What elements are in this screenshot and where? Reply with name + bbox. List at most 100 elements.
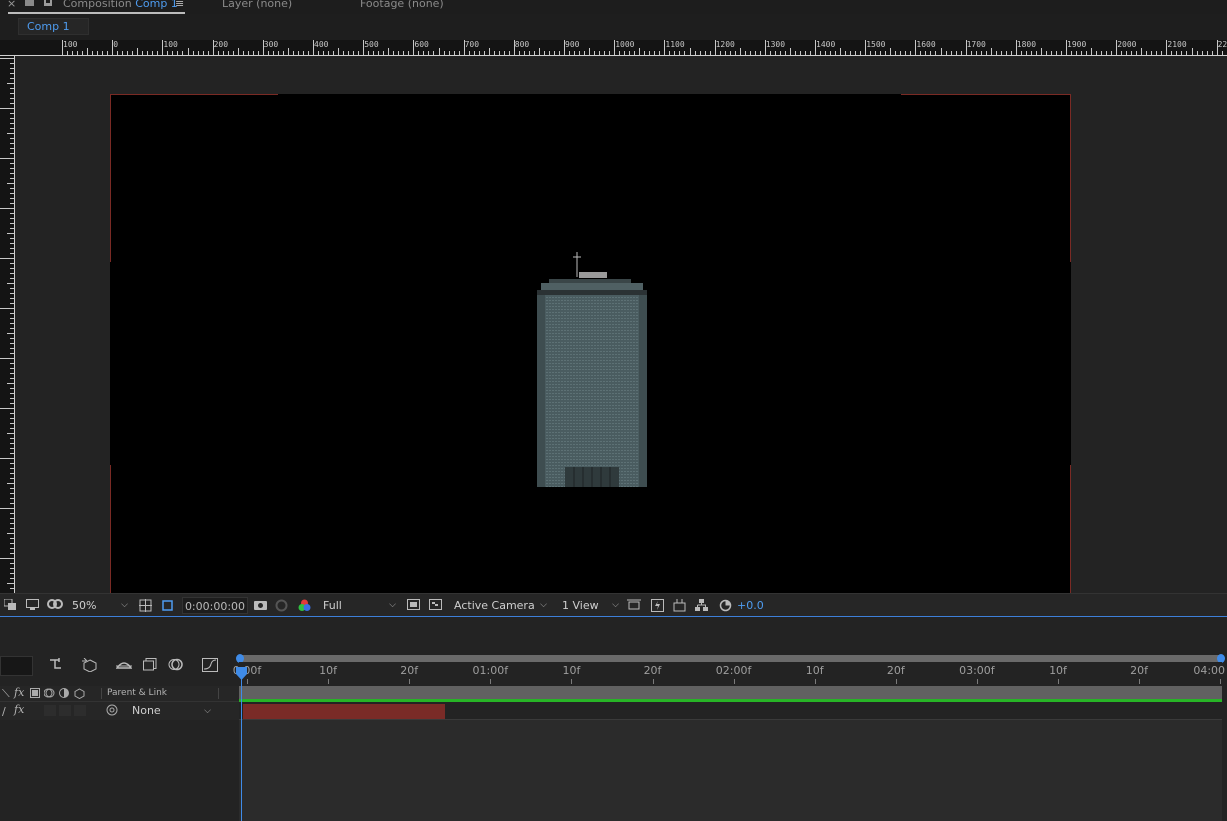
ruler-tick — [789, 48, 791, 55]
transparency-grid-icon[interactable] — [428, 599, 442, 612]
3d-layer-switch-icon[interactable] — [74, 688, 85, 702]
frame-blending-icon[interactable] — [141, 658, 159, 674]
current-time-indicator-line — [241, 673, 242, 821]
motion-blur-switch-icon[interactable] — [43, 688, 55, 701]
time-navigator[interactable] — [236, 654, 1225, 663]
ruler-tick — [1101, 51, 1103, 55]
color-channels-icon[interactable] — [297, 599, 311, 612]
parent-dropdown[interactable]: None ⌵ — [126, 704, 214, 718]
camera-dropdown[interactable]: Active Camera ⌵ — [450, 597, 550, 614]
ruler-tick — [10, 588, 14, 589]
switch-box[interactable] — [59, 705, 71, 716]
show-snapshot-icon[interactable] — [274, 599, 288, 612]
ruler-tick — [684, 51, 686, 55]
tab-composition[interactable]: Composition Comp 1 — [63, 0, 178, 10]
pick-whip-icon[interactable] — [106, 704, 118, 719]
lock-icon[interactable] — [25, 0, 34, 9]
ruler-tick — [538, 48, 540, 55]
draft-3d-timeline-icon[interactable] — [81, 657, 99, 674]
ruler-tick — [10, 73, 14, 74]
shy-switch-icon[interactable]: ⟍ — [2, 687, 10, 701]
hide-shy-layers-icon[interactable] — [115, 658, 133, 674]
ruler-tick — [142, 51, 144, 55]
resolution-dropdown[interactable]: Full ⌵ — [319, 597, 399, 614]
time-ruler-tick — [814, 679, 816, 684]
switch-box[interactable] — [74, 705, 86, 716]
timeline-graph-area[interactable] — [239, 720, 1222, 821]
ruler-tick — [7, 283, 14, 284]
zoom-dropdown[interactable]: 50% ⌵ — [68, 597, 131, 614]
exposure-reset-icon[interactable] — [718, 599, 732, 612]
comp-breadcrumb[interactable]: Comp 1 — [18, 18, 89, 35]
composition-canvas[interactable] — [110, 94, 1071, 593]
ruler-tick — [1060, 51, 1062, 55]
ruler-tick — [333, 51, 335, 55]
effects-toggle-icon[interactable]: fx — [14, 703, 24, 716]
motion-blur-icon[interactable] — [167, 658, 185, 674]
ruler-tick — [7, 233, 14, 234]
ruler-tick — [840, 48, 842, 55]
tab-layer[interactable]: Layer (none) — [222, 0, 292, 10]
ruler-tick — [10, 303, 14, 304]
layer-row[interactable]: ∕ fx None ⌵ — [0, 702, 239, 720]
ruler-tick — [1010, 51, 1012, 55]
shy-switch-icon[interactable]: ∕ — [2, 705, 6, 718]
tab-footage[interactable]: Footage (none) — [360, 0, 444, 10]
ruler-tick — [192, 51, 194, 55]
timeline-search-input[interactable] — [0, 656, 33, 676]
mask-icon[interactable] — [46, 599, 64, 612]
ruler-tick — [10, 138, 14, 139]
ruler-tick — [10, 373, 14, 374]
flowchart-icon[interactable] — [694, 599, 708, 612]
resolution-value: Full — [323, 599, 342, 612]
ruler-tick — [694, 51, 696, 55]
composition-viewer[interactable] — [15, 57, 1227, 593]
effects-switch-icon[interactable]: fx — [14, 686, 24, 699]
adjustment-layer-switch-icon[interactable] — [59, 688, 69, 701]
ruler-label: 200 — [213, 40, 229, 49]
ruler-tick — [7, 333, 14, 334]
mask-visibility-icon[interactable] — [160, 599, 174, 612]
view-layout-dropdown[interactable]: 1 View ⌵ — [558, 597, 622, 614]
ruler-tick — [408, 51, 410, 55]
monitor-icon[interactable] — [25, 599, 39, 612]
parent-link-column-label: Parent & Link — [107, 688, 167, 698]
toggle-pixel-aspect-icon[interactable] — [627, 599, 641, 612]
building-layer[interactable] — [537, 252, 647, 487]
ruler-tick — [102, 51, 104, 55]
vertical-ruler[interactable] — [0, 56, 15, 593]
ruler-tick — [262, 40, 264, 55]
ruler-tick — [10, 288, 14, 289]
fast-preview-icon[interactable] — [650, 599, 664, 612]
ruler-tick — [910, 51, 912, 55]
close-tab-icon[interactable]: × — [7, 0, 16, 10]
time-ruler[interactable]: 0:00f 10f 20f 01:00f 10f 20f 02:00f 10f 20f 03:00… — [233, 662, 1225, 684]
grid-icon[interactable] — [138, 599, 152, 612]
ruler-tick — [302, 51, 304, 55]
switch-box[interactable] — [44, 705, 56, 716]
ruler-tick — [438, 48, 440, 55]
horizontal-ruler[interactable]: 100 0 100 200 300 400 500 600 700 800 900 1000 1100 1… — [0, 40, 1227, 56]
ruler-tick — [10, 528, 14, 529]
frame-blend-switch-icon[interactable] — [30, 688, 40, 701]
region-icon[interactable] — [3, 598, 17, 612]
camera-snapshot-icon[interactable] — [253, 599, 267, 612]
roi-icon[interactable] — [406, 599, 420, 612]
composition-mini-flowchart-icon[interactable] — [48, 658, 66, 674]
ruler-tick — [127, 51, 129, 55]
ruler-tick — [639, 48, 641, 55]
ruler-tick — [0, 508, 14, 509]
exposure-value[interactable]: +0.0 — [733, 597, 773, 614]
ruler-tick — [543, 51, 545, 55]
graph-editor-icon[interactable] — [201, 658, 219, 674]
draft3d-icon[interactable] — [672, 599, 686, 612]
tab-menu-icon[interactable]: ≡ — [175, 0, 184, 10]
ruler-tick — [699, 51, 701, 55]
work-area-bar[interactable] — [239, 686, 1222, 699]
current-time-field[interactable]: 0:00:00:00 — [182, 597, 248, 614]
layer-tab-label: Layer — [222, 0, 253, 10]
ruler-tick — [483, 51, 485, 55]
current-time-indicator[interactable] — [236, 667, 247, 680]
ruler-tick — [227, 51, 229, 55]
ruler-tick — [1136, 51, 1138, 55]
